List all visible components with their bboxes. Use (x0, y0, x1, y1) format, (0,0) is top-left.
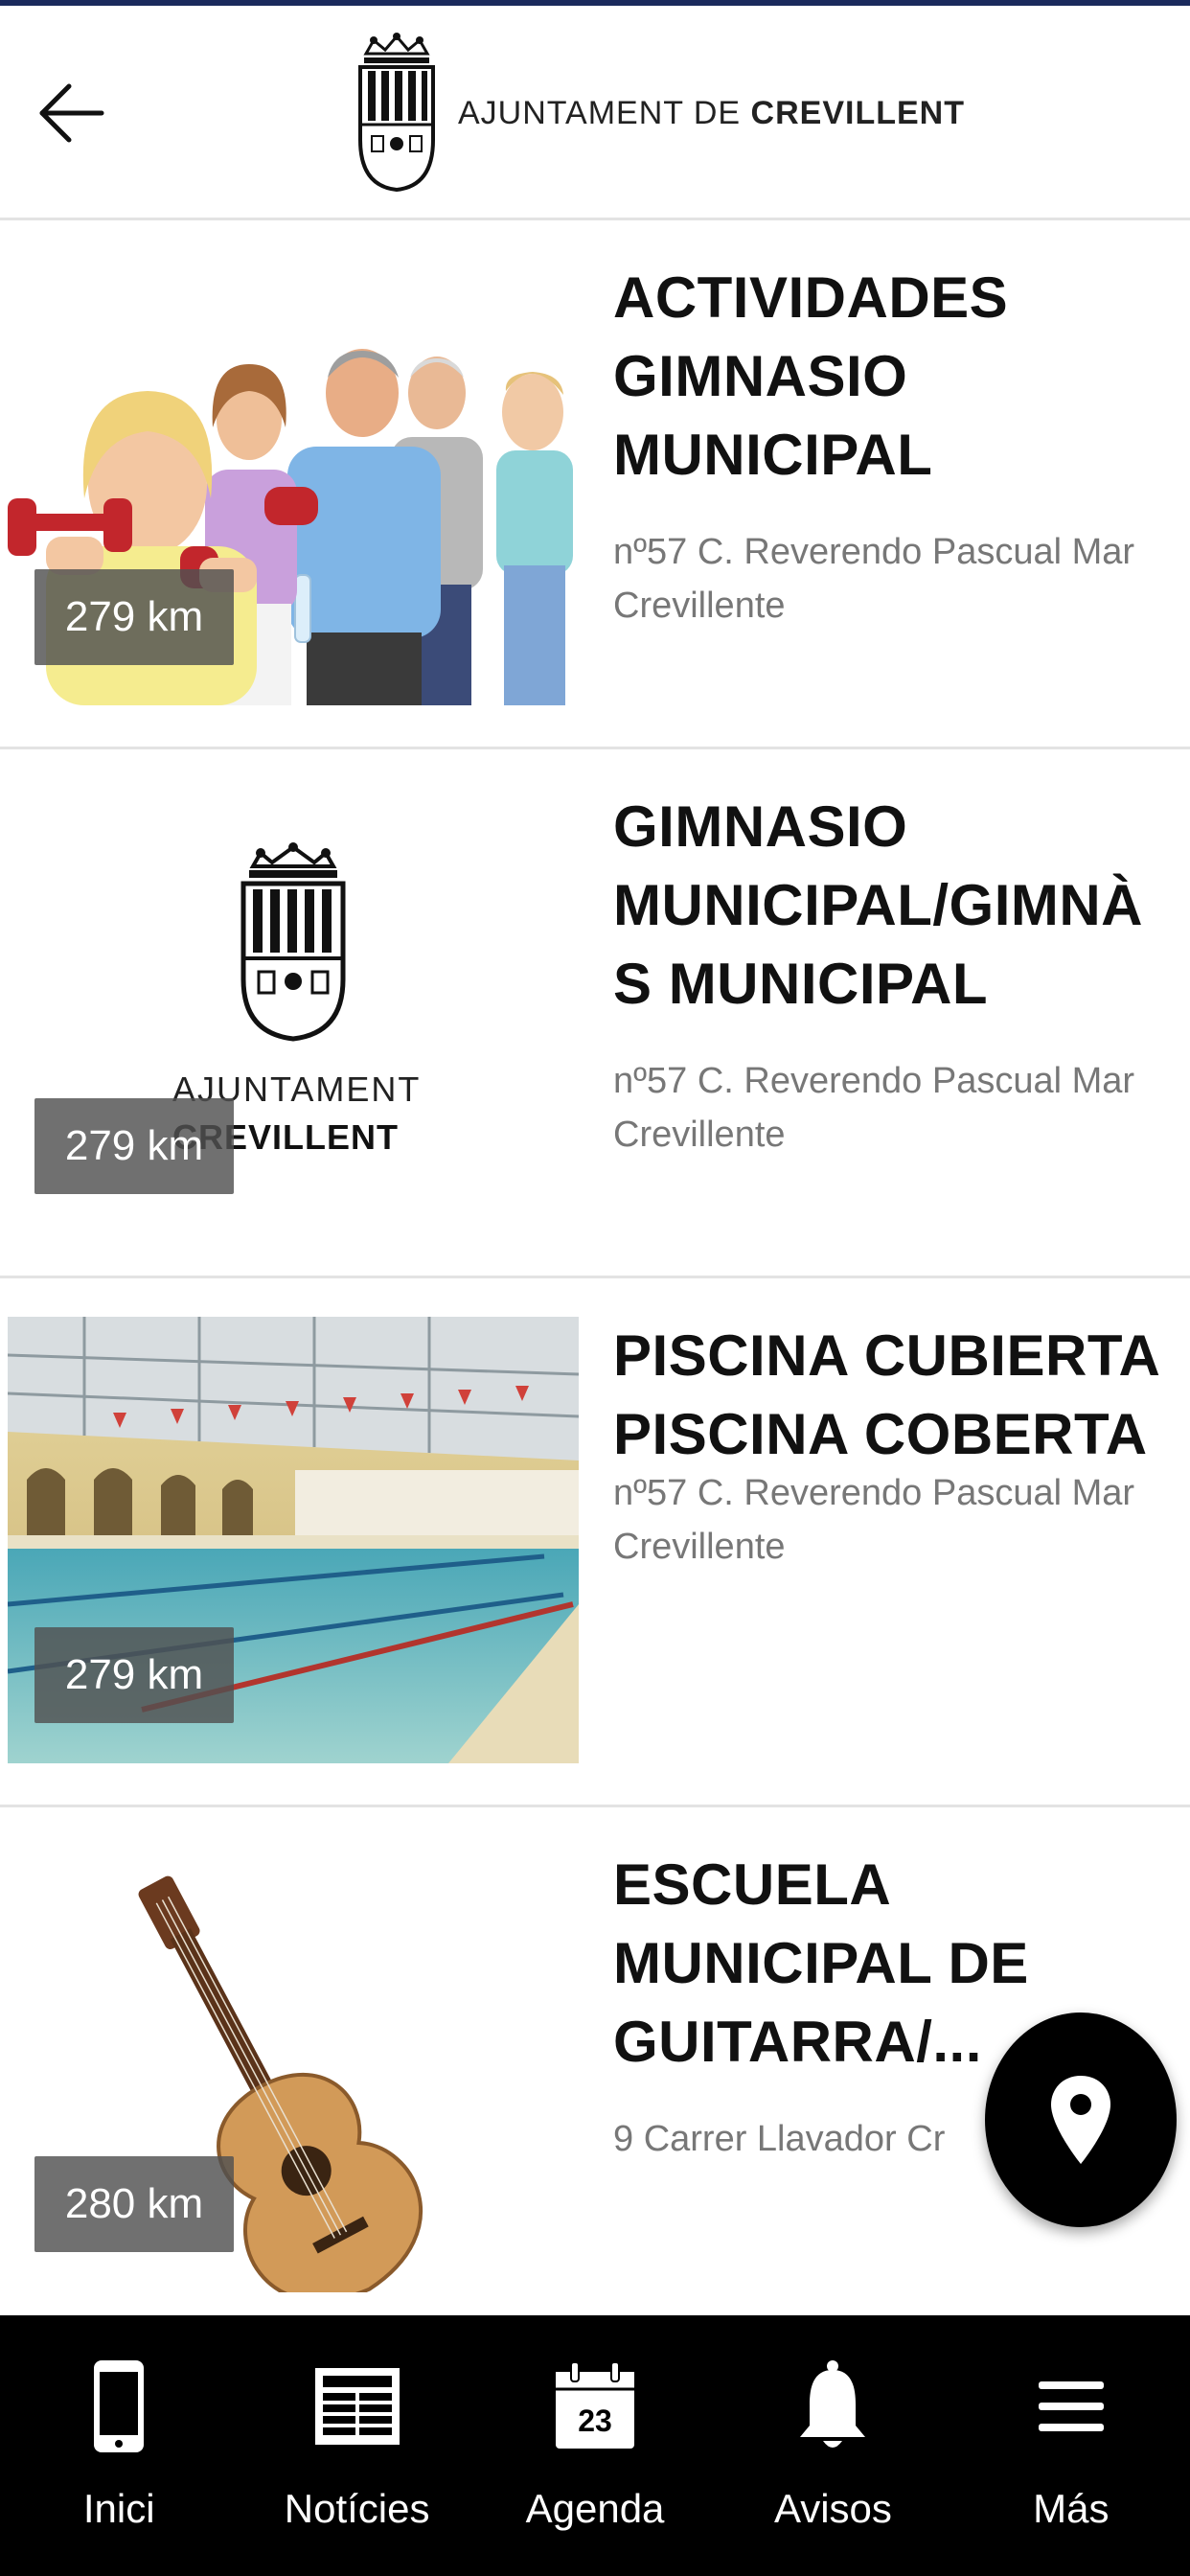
item-title[interactable]: PISCINA CUBIERTA PISCINA COBERTA (613, 1317, 1190, 1474)
distance-badge: 279 km (34, 569, 234, 665)
item-title[interactable]: GIMNASIO MUNICIPAL/GIMNÀ S MUNICIPAL (613, 788, 1190, 1024)
calendar-icon: 23 (552, 2354, 638, 2459)
nav-item-inici[interactable]: Inici (0, 2315, 238, 2576)
newspaper-icon (313, 2354, 401, 2459)
item-address: nº57 C. Reverendo Pascual Mar Crevillent… (613, 532, 1135, 626)
nav-label: Avisos (773, 2486, 892, 2531)
nav-label: Notícies (284, 2486, 430, 2531)
app-logo: AJUNTAMENT DE CREVILLENT (353, 33, 965, 194)
calendar-day: 23 (578, 2404, 612, 2438)
nav-label: Más (1033, 2486, 1110, 2531)
back-button[interactable] (23, 65, 119, 161)
arrow-left-icon (39, 83, 104, 143)
crest-icon (358, 33, 435, 193)
distance-badge: 279 km (34, 1627, 234, 1723)
places-list[interactable]: 279 km ACTIVIDADES GIMNASIO MUNICIPAL nº… (0, 220, 1190, 2315)
bottom-navigation: Inici Notícies 23 Agenda Avisos Más (0, 2315, 1190, 2576)
nav-item-avisos[interactable]: Avisos (714, 2315, 951, 2576)
item-address: nº57 C. Reverendo Pascual Mar Crevillent… (613, 1473, 1135, 1567)
list-item[interactable]: 279 km PISCINA CUBIERTA PISCINA COBERTA … (0, 1278, 1190, 1807)
phone-icon (90, 2354, 148, 2459)
map-view-button[interactable] (985, 2012, 1177, 2227)
item-address: nº57 C. Reverendo Pascual Mar Crevillent… (613, 1061, 1135, 1155)
distance-badge: 280 km (34, 2156, 234, 2252)
list-item[interactable]: 279 km ACTIVIDADES GIMNASIO MUNICIPAL nº… (0, 220, 1190, 749)
location-pin-icon (1051, 2076, 1110, 2164)
logo-text: AJUNTAMENT DE CREVILLENT (458, 94, 965, 131)
bell-icon (796, 2354, 869, 2459)
nav-label: Inici (82, 2486, 155, 2531)
nav-label: Agenda (525, 2486, 665, 2531)
menu-icon (1037, 2354, 1106, 2459)
nav-item-mas[interactable]: Más (952, 2315, 1190, 2576)
list-item[interactable]: AJUNTAMENT CREVILLENT 279 km GIMNASIO MU… (0, 749, 1190, 1278)
app-header: AJUNTAMENT DE CREVILLENT (0, 6, 1190, 220)
nav-item-agenda[interactable]: 23 Agenda (476, 2315, 714, 2576)
nav-item-noticies[interactable]: Notícies (238, 2315, 475, 2576)
distance-badge: 279 km (34, 1098, 234, 1194)
item-title[interactable]: ACTIVIDADES GIMNASIO MUNICIPAL (613, 259, 1190, 494)
